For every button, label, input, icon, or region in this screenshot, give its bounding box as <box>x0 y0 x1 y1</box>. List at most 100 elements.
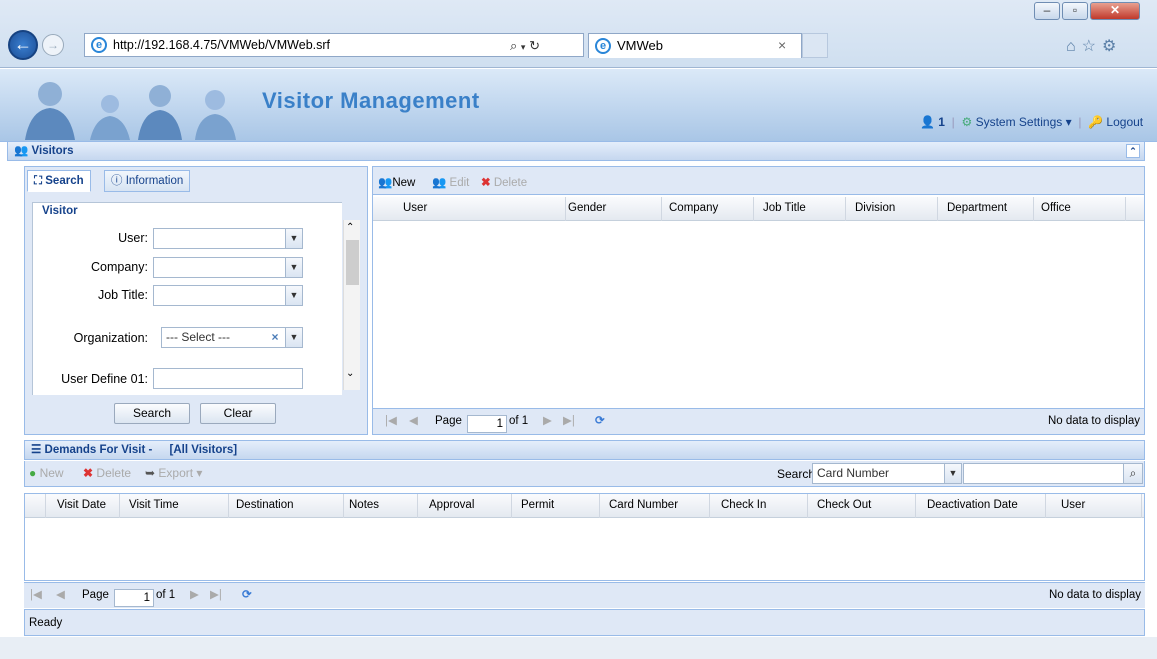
demands-panel-header: ☰ Demands For Visit - [All Visitors] <box>24 440 1145 460</box>
dropdown-icon[interactable]: ▾ <box>521 42 526 52</box>
chevron-down-icon[interactable]: ▼ <box>285 286 302 305</box>
forward-button[interactable]: → <box>42 34 64 56</box>
edit-label: Edit <box>449 177 470 189</box>
organization-combo[interactable]: --- Select --- × ▼ <box>161 327 303 348</box>
chevron-down-icon[interactable]: ▼ <box>285 258 302 277</box>
user-icon: 👤 <box>920 115 935 129</box>
col-company[interactable]: Company <box>669 197 718 220</box>
system-settings-label: System Settings <box>975 115 1063 129</box>
search-icon[interactable]: ⌕ <box>1123 464 1142 483</box>
new-tab-button[interactable] <box>802 33 828 58</box>
new-demand-button[interactable]: ● New <box>29 466 64 480</box>
col-visit-time[interactable]: Visit Time <box>129 494 179 517</box>
search-icon[interactable]: ⌕ <box>510 38 517 53</box>
col-division[interactable]: Division <box>855 197 895 220</box>
back-button[interactable]: ← <box>8 30 38 60</box>
col-deactivation-date[interactable]: Deactivation Date <box>927 494 1018 517</box>
ie-icon: e <box>91 37 107 53</box>
search-field-combo[interactable]: Card Number ▼ <box>812 463 962 484</box>
user-define-01-input[interactable] <box>153 368 303 389</box>
page-input[interactable]: 1 <box>114 589 154 607</box>
delete-visitor-button[interactable]: ✖ Delete <box>481 175 527 189</box>
gear-icon[interactable]: ⚙ <box>1102 38 1122 55</box>
job-title-label: Job Title: <box>97 288 148 302</box>
delete-demand-button[interactable]: ✖ Delete <box>83 466 131 480</box>
user-combo[interactable]: ▼ <box>153 228 303 249</box>
col-gender[interactable]: Gender <box>568 197 606 220</box>
prev-page-icon[interactable]: ◀ <box>56 583 65 608</box>
col-permit[interactable]: Permit <box>521 494 554 517</box>
tab-search[interactable]: ⛶ Search <box>27 170 91 192</box>
status-bar: Ready <box>24 609 1145 636</box>
next-page-icon[interactable]: ▶ <box>543 409 552 434</box>
collapse-icon[interactable]: ⌃ <box>1126 144 1140 158</box>
pager-status: No data to display <box>1047 415 1140 427</box>
col-department[interactable]: Department <box>947 197 1007 220</box>
col-visit-date[interactable]: Visit Date <box>57 494 106 517</box>
address-bar[interactable]: e http://192.168.4.75/VMWeb/VMWeb.srf <box>84 33 584 57</box>
page-bottom <box>0 637 1157 659</box>
logout-label: Logout <box>1106 115 1144 129</box>
col-check-in[interactable]: Check In <box>721 494 766 517</box>
url-text: http://192.168.4.75/VMWeb/VMWeb.srf <box>113 38 331 52</box>
delete-label: Delete <box>493 177 528 189</box>
search-input[interactable]: ⌕ <box>963 463 1143 484</box>
clear-button[interactable]: Clear <box>200 403 276 424</box>
form-scrollbar[interactable]: ⌃ ⌄ <box>343 220 360 390</box>
export-label: Export <box>158 466 194 480</box>
refresh-icon[interactable]: ⟳ <box>242 583 252 608</box>
col-destination[interactable]: Destination <box>236 494 294 517</box>
last-page-icon[interactable]: ▶| <box>210 583 222 608</box>
chevron-down-icon[interactable]: ▼ <box>285 328 302 347</box>
new-visitor-button[interactable]: 👥New <box>378 175 415 189</box>
col-job-title[interactable]: Job Title <box>763 197 806 220</box>
export-icon: ➥ <box>145 466 156 480</box>
clear-icon[interactable]: × <box>266 328 284 347</box>
edit-user-icon: 👥 <box>432 177 447 189</box>
browser-tab[interactable]: e VMWeb <box>588 33 802 58</box>
col-office[interactable]: Office <box>1041 197 1071 220</box>
first-page-icon[interactable]: |◀ <box>385 409 397 434</box>
col-notes[interactable]: Notes <box>349 494 379 517</box>
demands-title: Demands For Visit - <box>44 444 153 456</box>
minimize-button[interactable]: – <box>1034 2 1060 20</box>
export-button[interactable]: ➥ Export ▾ <box>145 466 202 480</box>
last-page-icon[interactable]: ▶| <box>563 409 575 434</box>
edit-visitor-button[interactable]: 👥 Edit <box>432 175 469 189</box>
scroll-up-icon[interactable]: ⌃ <box>346 222 354 233</box>
first-page-icon[interactable]: |◀ <box>30 583 42 608</box>
job-title-combo[interactable]: ▼ <box>153 285 303 306</box>
col-check-out[interactable]: Check Out <box>817 494 871 517</box>
tab-close-icon[interactable]: × <box>778 37 786 53</box>
app-title: Visitor Management <box>262 88 480 113</box>
refresh-icon[interactable]: ⟳ <box>595 409 605 434</box>
home-icon[interactable]: ⌂ <box>1066 38 1082 55</box>
address-actions[interactable]: ⌕ ▾ ↻ <box>510 38 540 54</box>
tab-information-label: Information <box>125 175 184 187</box>
tab-title: VMWeb <box>617 38 663 53</box>
prev-page-icon[interactable]: ◀ <box>409 409 418 434</box>
col-user[interactable]: User <box>1061 494 1085 517</box>
col-approval[interactable]: Approval <box>429 494 474 517</box>
info-icon: ⓘ <box>111 175 123 187</box>
chevron-down-icon[interactable]: ▼ <box>944 464 961 483</box>
chevron-down-icon[interactable]: ▼ <box>285 229 302 248</box>
close-window-button[interactable]: ✕ <box>1090 2 1140 20</box>
next-page-icon[interactable]: ▶ <box>190 583 199 608</box>
scroll-down-icon[interactable]: ⌄ <box>346 368 354 379</box>
search-button[interactable]: Search <box>114 403 190 424</box>
maximize-button[interactable]: ▫ <box>1062 2 1088 20</box>
refresh-icon[interactable]: ↻ <box>529 38 540 53</box>
col-user[interactable]: User <box>403 197 427 220</box>
new-label: New <box>392 177 416 189</box>
col-card-number[interactable]: Card Number <box>609 494 678 517</box>
page-input[interactable]: 1 <box>467 415 507 433</box>
favorites-icon[interactable]: ☆ <box>1082 38 1102 55</box>
company-combo[interactable]: ▼ <box>153 257 303 278</box>
logout-link[interactable]: 🔑 Logout <box>1088 115 1143 129</box>
add-icon: ● <box>29 466 37 480</box>
system-settings-menu[interactable]: ⚙ System Settings ▾ <box>961 115 1071 129</box>
visitors-panel-header: 👥 Visitors ⌃ <box>7 141 1145 161</box>
scroll-thumb[interactable] <box>346 240 359 285</box>
tab-information[interactable]: ⓘ Information <box>104 170 191 192</box>
